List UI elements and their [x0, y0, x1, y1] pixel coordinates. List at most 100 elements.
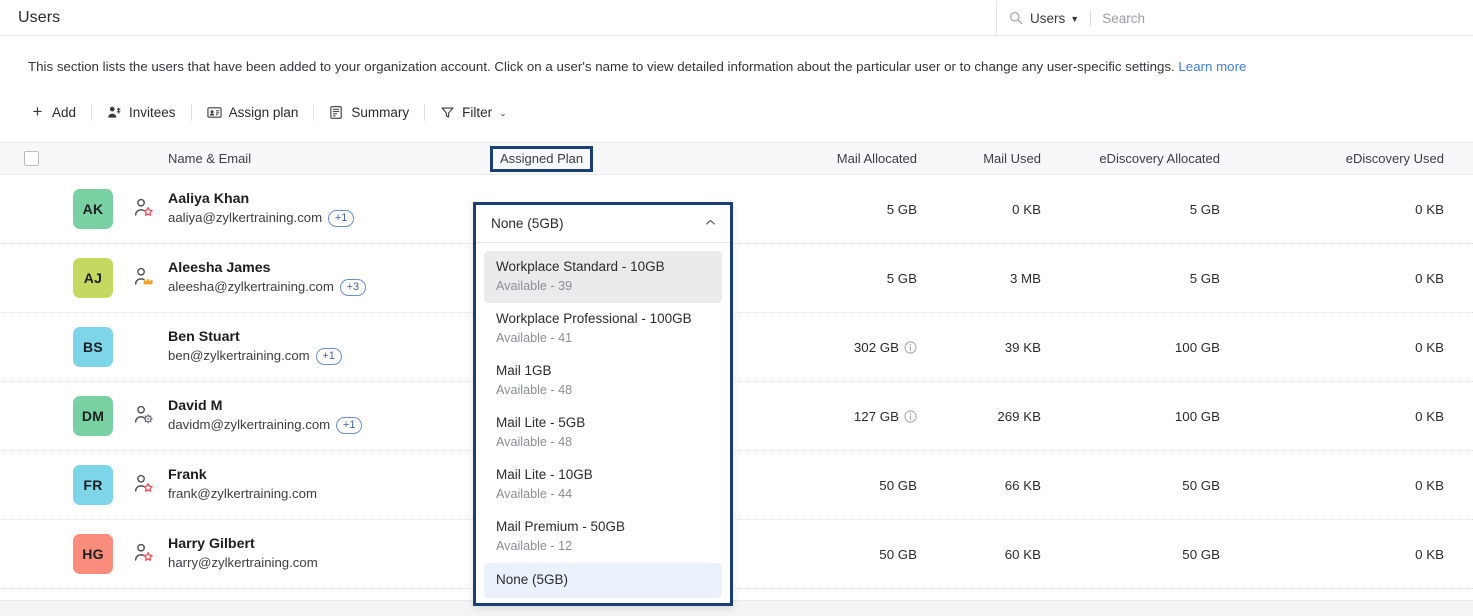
search-input[interactable]	[1102, 10, 1473, 26]
search-icon	[1009, 11, 1023, 25]
extra-emails-badge[interactable]: +1	[336, 416, 363, 434]
column-header-assigned-plan[interactable]: Assigned Plan	[490, 145, 594, 172]
extra-emails-badge[interactable]: +1	[315, 347, 342, 365]
search-divider	[1090, 10, 1092, 26]
extra-emails-badge[interactable]: +1	[328, 209, 355, 227]
users-table-body: AK Aaliya Khan aaliya@zylkertraining.com +1…	[0, 175, 1473, 589]
users-page: Users Users ▼ This section lists the use…	[0, 0, 1473, 616]
avatar[interactable]: HG	[73, 534, 113, 574]
avatar[interactable]: FR	[73, 465, 113, 505]
column-header-mail-allocated[interactable]: Mail Allocated	[769, 151, 927, 166]
user-name[interactable]: Ben Stuart	[168, 328, 494, 346]
plan-option-title: Workplace Standard - 10GB	[496, 259, 665, 274]
invitees-button[interactable]: Invitees	[107, 105, 176, 120]
user-email-row: davidm@zylkertraining.com +1	[168, 415, 494, 435]
avatar[interactable]: DM	[73, 396, 113, 436]
search-scope-selector[interactable]: Users ▼	[1030, 11, 1079, 26]
plan-option-title: None (5GB)	[496, 572, 569, 587]
user-email: frank@zylkertraining.com	[168, 486, 317, 501]
chevron-up-icon	[704, 216, 717, 232]
ediscovery-allocated-cell: 5 GB	[1189, 270, 1220, 286]
ediscovery-used-cell: 0 KB	[1415, 270, 1444, 286]
user-name[interactable]: Aleesha James	[168, 259, 494, 277]
add-button[interactable]: + Add	[30, 101, 77, 121]
table-row[interactable]: DM David M davidm@zylkertraining.com +1 127 …	[0, 382, 1473, 451]
assigned-plan-dropdown[interactable]: None (5GB) Workplace Standard - 10GB Avai…	[473, 202, 733, 606]
toolbar-divider	[424, 103, 426, 121]
user-email-row: frank@zylkertraining.com	[168, 484, 494, 504]
plan-option[interactable]: Mail Lite - 10GB Available - 44	[484, 459, 722, 511]
plan-option[interactable]: Mail Premium - 50GB Available - 12	[484, 511, 722, 563]
table-row[interactable]: FR Frank frank@zylkertraining.com 50 GB 66 K…	[0, 451, 1473, 520]
plan-option-available: Available - 41	[496, 331, 573, 345]
filter-button[interactable]: Filter ⌄	[440, 105, 507, 120]
ediscovery-used-cell: 0 KB	[1415, 546, 1444, 562]
table-header-row: Name & Email Assigned Plan Mail Allocate…	[0, 142, 1473, 175]
user-name[interactable]: Harry Gilbert	[168, 535, 494, 553]
plan-option[interactable]: Workplace Standard - 10GB Available - 39	[484, 251, 722, 303]
column-header-ediscovery-used[interactable]: eDiscovery Used	[1272, 151, 1472, 166]
plan-option-title: Workplace Professional - 100GB	[496, 311, 692, 326]
mail-allocated-value: 50 GB	[879, 477, 917, 493]
name-email-cell: Harry Gilbert harry@zylkertraining.com	[164, 535, 494, 573]
user-gear-icon	[134, 405, 154, 428]
info-icon[interactable]	[904, 410, 917, 424]
table-row[interactable]: HG Harry Gilbert harry@zylkertraining.com 5…	[0, 520, 1473, 589]
user-name[interactable]: David M	[168, 397, 494, 415]
assign-plan-button[interactable]: Assign plan	[206, 105, 298, 120]
learn-more-link[interactable]: Learn more	[1178, 59, 1246, 74]
plan-option[interactable]: Mail 1GB Available - 48	[484, 355, 722, 407]
assigned-plan-dropdown-control[interactable]: None (5GB)	[476, 205, 730, 243]
select-all-cell[interactable]	[0, 151, 62, 166]
summary-button[interactable]: Summary	[329, 105, 409, 120]
user-name[interactable]: Aaliya Khan	[168, 190, 494, 208]
ediscovery-allocated-cell: 100 GB	[1174, 339, 1220, 355]
mail-allocated-cell: 50 GB	[769, 478, 927, 493]
user-name[interactable]: Frank	[168, 466, 494, 484]
name-email-cell: Aleesha James aleesha@zylkertraining.com +…	[164, 259, 494, 297]
role-badge-cell	[124, 543, 164, 566]
user-star-icon	[134, 543, 154, 566]
table-row[interactable]: AJ Aleesha James aleesha@zylkertraining.co…	[0, 244, 1473, 313]
column-header-ediscovery-allocated[interactable]: eDiscovery Allocated	[1067, 151, 1272, 166]
summary-button-label: Summary	[351, 104, 410, 120]
plan-option[interactable]: Workplace Professional - 100GB Available …	[484, 303, 722, 355]
table-row[interactable]: AK Aaliya Khan aaliya@zylkertraining.com +1…	[0, 175, 1473, 244]
assigned-plan-option-list: Workplace Standard - 10GB Available - 39 W…	[476, 243, 730, 598]
chevron-down-icon: ▼	[1070, 14, 1080, 24]
extra-emails-badge[interactable]: +3	[339, 278, 366, 296]
ediscovery-used-cell: 0 KB	[1415, 477, 1444, 493]
avatar[interactable]: BS	[73, 327, 113, 367]
mail-allocated-cell: 127 GB	[769, 409, 927, 424]
plan-option[interactable]: None (5GB)	[484, 563, 722, 598]
table-row[interactable]: BS Ben Stuart ben@zylkertraining.com +1 302 …	[0, 313, 1473, 382]
name-email-cell: Ben Stuart ben@zylkertraining.com +1	[164, 328, 494, 366]
avatar-cell: DM	[62, 396, 124, 436]
role-badge-cell	[124, 198, 164, 221]
global-search-bar[interactable]: Users ▼	[996, 1, 1473, 35]
invitees-icon	[107, 105, 122, 120]
info-icon[interactable]	[904, 341, 917, 355]
select-all-checkbox[interactable]	[23, 151, 39, 166]
assign-plan-icon	[206, 105, 222, 120]
column-header-name-email[interactable]: Name & Email	[164, 151, 494, 166]
ediscovery-used-cell: 0 KB	[1415, 339, 1444, 355]
user-email-row: aaliya@zylkertraining.com +1	[168, 208, 494, 228]
avatar-cell: FR	[62, 465, 124, 505]
plus-icon: +	[32, 101, 43, 121]
toolbar-divider	[313, 103, 315, 121]
mail-allocated-value: 5 GB	[886, 270, 917, 286]
mail-used-cell: 39 KB	[1004, 339, 1041, 355]
mail-allocated-cell: 5 GB	[769, 271, 927, 286]
mail-used-cell: 3 MB	[1009, 270, 1041, 286]
mail-used-cell: 269 KB	[997, 408, 1041, 424]
mail-allocated-cell: 50 GB	[769, 547, 927, 562]
avatar[interactable]: AK	[73, 189, 113, 229]
role-badge-cell	[124, 474, 164, 497]
column-header-mail-used[interactable]: Mail Used	[927, 151, 1067, 166]
plan-option-title: Mail 1GB	[496, 363, 552, 378]
plan-option-available: Available - 12	[496, 539, 573, 553]
avatar[interactable]: AJ	[73, 258, 113, 298]
plan-option[interactable]: Mail Lite - 5GB Available - 48	[484, 407, 722, 459]
filter-icon	[440, 105, 455, 120]
